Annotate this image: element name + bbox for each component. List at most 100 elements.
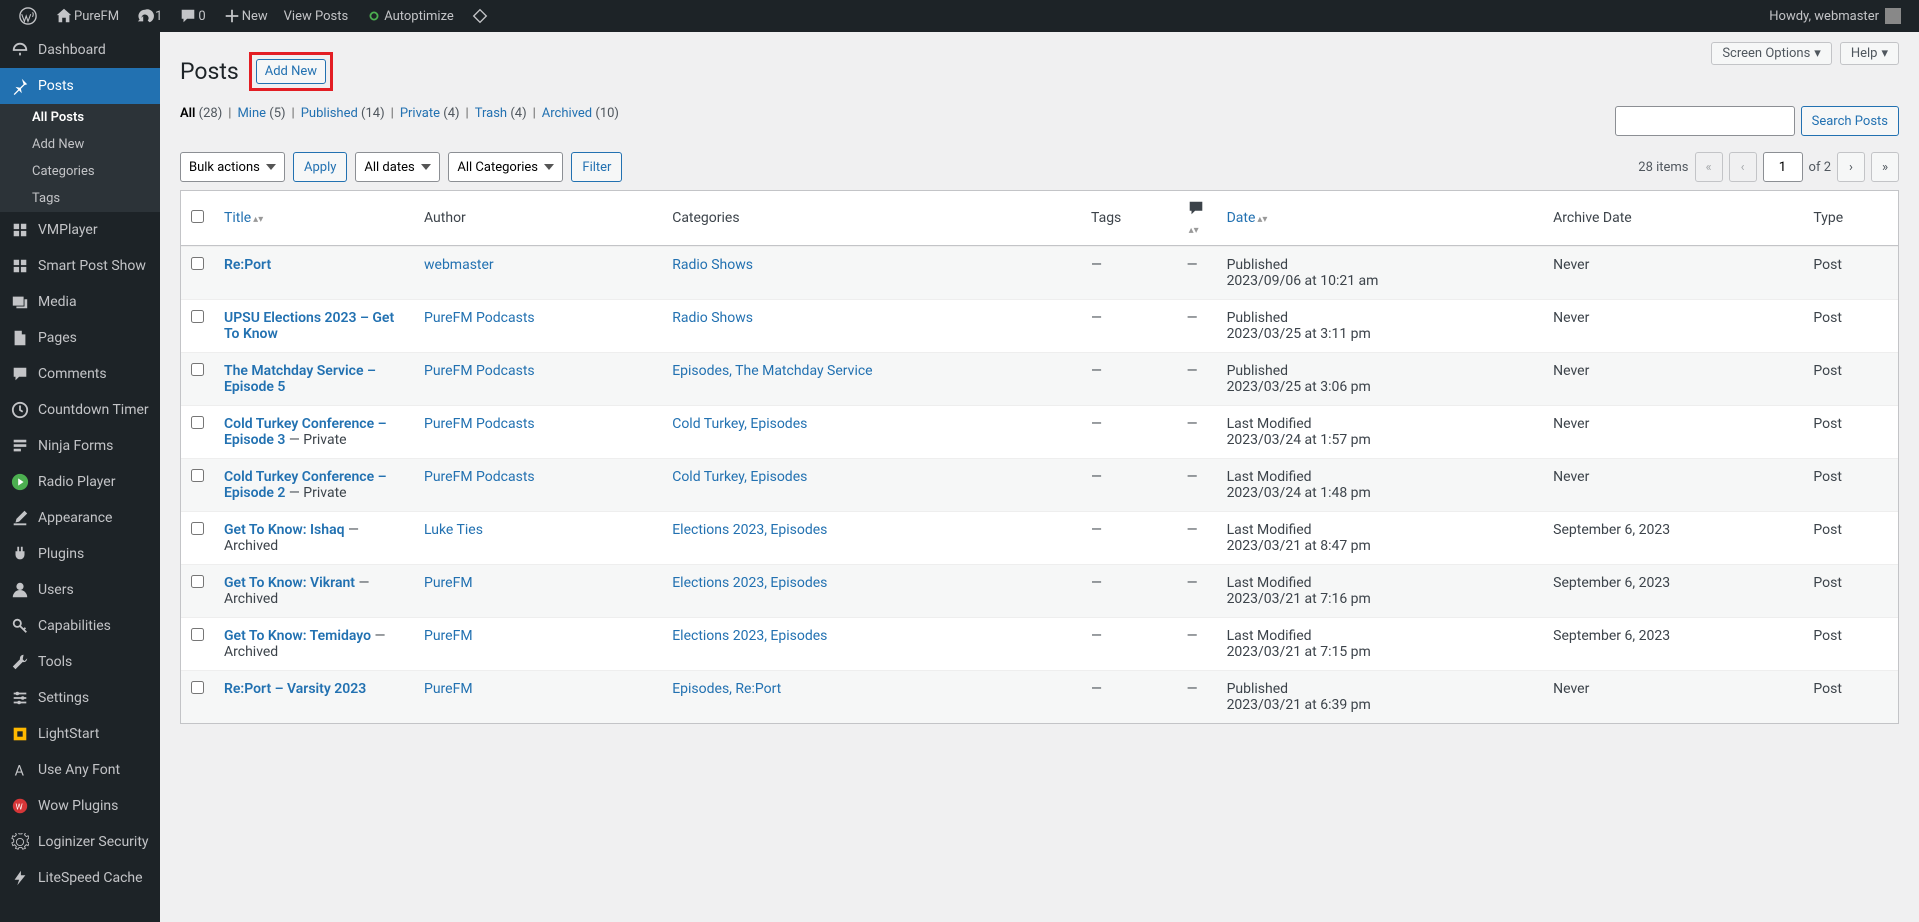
author-link[interactable]: PureFM Podcasts xyxy=(424,469,535,485)
post-title-link[interactable]: Get To Know: Temidayo xyxy=(224,628,371,644)
sidebar-item-pages[interactable]: Pages xyxy=(0,320,160,356)
categories-link[interactable]: Episodes, Re:Port xyxy=(672,681,781,697)
post-title-link[interactable]: UPSU Elections 2023 – Get To Know xyxy=(224,310,394,342)
pagination: 28 items « ‹ of 2 › » xyxy=(1638,152,1899,182)
submenu-item-add-new[interactable]: Add New xyxy=(0,131,160,158)
sort-icon: ▴▾ xyxy=(253,214,263,225)
plug-icon xyxy=(10,544,30,564)
adminbar-view-posts[interactable]: View Posts xyxy=(276,0,357,32)
sidebar-item-plugins[interactable]: Plugins xyxy=(0,536,160,572)
view-filter-trash[interactable]: Trash (4) xyxy=(475,106,527,121)
sidebar-item-posts[interactable]: Posts xyxy=(0,68,160,104)
author-link[interactable]: PureFM Podcasts xyxy=(424,310,535,326)
adminbar-new[interactable]: New xyxy=(214,0,276,32)
tags-cell: — xyxy=(1081,617,1177,670)
sidebar-item-wow-plugins[interactable]: WWow Plugins xyxy=(0,788,160,824)
categories-link[interactable]: Cold Turkey, Episodes xyxy=(672,416,807,432)
adminbar-misc-diamond[interactable] xyxy=(462,0,498,32)
row-checkbox[interactable] xyxy=(191,416,204,429)
col-date[interactable]: Date▴▾ xyxy=(1227,210,1268,226)
author-link[interactable]: PureFM Podcasts xyxy=(424,363,535,379)
adminbar-autoptimize[interactable]: Autoptimize xyxy=(356,0,462,32)
submenu-item-categories[interactable]: Categories xyxy=(0,158,160,185)
adminbar-site[interactable]: PureFM xyxy=(46,0,127,32)
sidebar-item-label: Ninja Forms xyxy=(38,438,113,454)
post-title-link[interactable]: The Matchday Service – Episode 5 xyxy=(224,363,376,395)
row-checkbox[interactable] xyxy=(191,628,204,641)
sidebar-item-litespeed-cache[interactable]: LiteSpeed Cache xyxy=(0,860,160,896)
category-filter-select[interactable]: All Categories xyxy=(448,152,563,182)
row-checkbox[interactable] xyxy=(191,681,204,694)
sidebar-item-tools[interactable]: Tools xyxy=(0,644,160,680)
sidebar-item-radio-player[interactable]: Radio Player xyxy=(0,464,160,500)
sidebar-item-ninja-forms[interactable]: Ninja Forms xyxy=(0,428,160,464)
search-input[interactable] xyxy=(1615,106,1795,136)
sidebar-item-use-any-font[interactable]: AUse Any Font xyxy=(0,752,160,788)
view-filter-private[interactable]: Private (4) xyxy=(400,106,460,121)
help-button[interactable]: Help ▾ xyxy=(1840,42,1899,65)
submenu-item-tags[interactable]: Tags xyxy=(0,185,160,212)
adminbar-user[interactable]: Howdy, webmaster xyxy=(1761,0,1909,32)
bulk-actions-select[interactable]: Bulk actions xyxy=(180,152,285,182)
adminbar-comments[interactable]: 0 xyxy=(170,0,213,32)
categories-link[interactable]: Elections 2023, Episodes xyxy=(672,522,827,538)
author-link[interactable]: PureFM xyxy=(424,575,473,591)
row-checkbox[interactable] xyxy=(191,257,204,270)
view-filter-mine[interactable]: Mine (5) xyxy=(237,106,285,121)
author-link[interactable]: webmaster xyxy=(424,257,494,273)
author-link[interactable]: PureFM Podcasts xyxy=(424,416,535,432)
row-checkbox[interactable] xyxy=(191,575,204,588)
search-button[interactable]: Search Posts xyxy=(1801,106,1899,136)
current-page-input[interactable] xyxy=(1763,152,1803,182)
submenu-item-all-posts[interactable]: All Posts xyxy=(0,104,160,131)
post-title-link[interactable]: Get To Know: Vikrant xyxy=(224,575,355,591)
author-link[interactable]: PureFM xyxy=(424,681,473,697)
add-new-button[interactable]: Add New xyxy=(256,59,326,84)
adminbar-wp-logo[interactable] xyxy=(10,0,46,32)
sidebar-item-label: Capabilities xyxy=(38,618,111,634)
sidebar-item-media[interactable]: Media xyxy=(0,284,160,320)
sidebar-item-users[interactable]: Users xyxy=(0,572,160,608)
pin-icon xyxy=(10,76,30,96)
row-checkbox[interactable] xyxy=(191,522,204,535)
filter-button[interactable]: Filter xyxy=(571,152,622,182)
categories-link[interactable]: Radio Shows xyxy=(672,257,753,273)
sidebar-item-vmplayer[interactable]: VMPlayer xyxy=(0,212,160,248)
categories-link[interactable]: Elections 2023, Episodes xyxy=(672,575,827,591)
view-filter-published[interactable]: Published (14) xyxy=(301,106,385,121)
view-filter-archived[interactable]: Archived (10) xyxy=(542,106,619,121)
post-title-link[interactable]: Re:Port – Varsity 2023 xyxy=(224,681,366,697)
sidebar-item-appearance[interactable]: Appearance xyxy=(0,500,160,536)
sidebar-item-loginizer-security[interactable]: Loginizer Security xyxy=(0,824,160,860)
date-filter-select[interactable]: All dates xyxy=(355,152,440,182)
col-comments[interactable]: ▴▾ xyxy=(1187,205,1205,237)
categories-link[interactable]: Radio Shows xyxy=(672,310,753,326)
post-title-link[interactable]: Get To Know: Ishaq xyxy=(224,522,345,538)
categories-link[interactable]: Cold Turkey, Episodes xyxy=(672,469,807,485)
author-link[interactable]: Luke Ties xyxy=(424,522,483,538)
comments-cell: — xyxy=(1177,670,1217,723)
author-link[interactable]: PureFM xyxy=(424,628,473,644)
row-checkbox[interactable] xyxy=(191,310,204,323)
row-checkbox[interactable] xyxy=(191,469,204,482)
sidebar-item-countdown-timer[interactable]: Countdown Timer xyxy=(0,392,160,428)
sidebar-item-capabilities[interactable]: Capabilities xyxy=(0,608,160,644)
row-checkbox[interactable] xyxy=(191,363,204,376)
sidebar-item-comments[interactable]: Comments xyxy=(0,356,160,392)
sidebar-item-lightstart[interactable]: LightStart xyxy=(0,716,160,752)
apply-button[interactable]: Apply xyxy=(293,152,347,182)
play-icon xyxy=(10,472,30,492)
screen-options-button[interactable]: Screen Options ▾ xyxy=(1711,42,1832,65)
sidebar-item-settings[interactable]: Settings xyxy=(0,680,160,716)
sidebar-item-smart-post-show[interactable]: Smart Post Show xyxy=(0,248,160,284)
categories-link[interactable]: Episodes, The Matchday Service xyxy=(672,363,872,379)
categories-link[interactable]: Elections 2023, Episodes xyxy=(672,628,827,644)
next-page-button[interactable]: › xyxy=(1837,152,1865,182)
adminbar-updates[interactable]: 1 xyxy=(127,0,170,32)
col-title[interactable]: Title▴▾ xyxy=(224,210,263,226)
view-filter-all[interactable]: All (28) xyxy=(180,106,222,121)
post-title-link[interactable]: Re:Port xyxy=(224,257,271,273)
select-all-checkbox[interactable] xyxy=(191,210,204,223)
sidebar-item-dashboard[interactable]: Dashboard xyxy=(0,32,160,68)
last-page-button[interactable]: » xyxy=(1871,152,1899,182)
